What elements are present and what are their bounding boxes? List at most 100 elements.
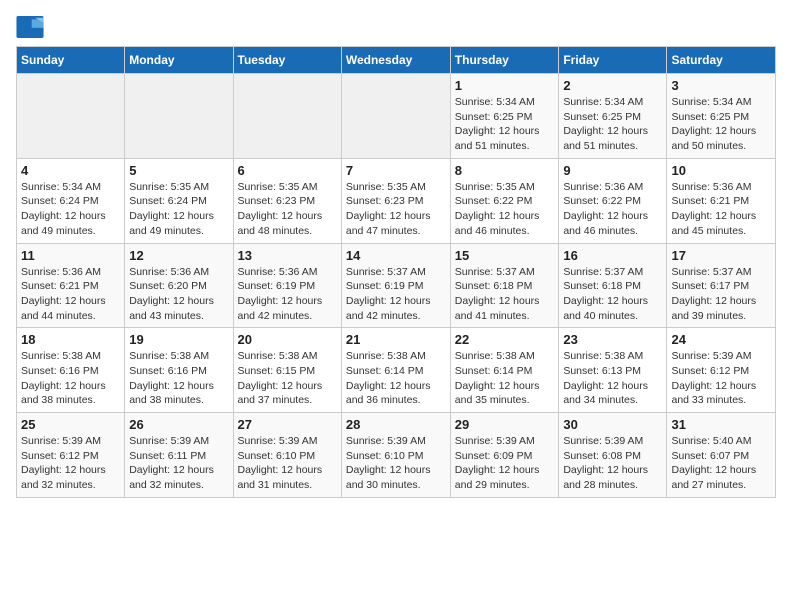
day-number: 31	[671, 417, 771, 432]
week-row-2: 4 Sunrise: 5:34 AM Sunset: 6:24 PM Daylig…	[17, 158, 776, 243]
week-row-3: 11 Sunrise: 5:36 AM Sunset: 6:21 PM Dayli…	[17, 243, 776, 328]
day-number: 20	[238, 332, 337, 347]
col-header-sunday: Sunday	[17, 47, 125, 74]
day-info: Sunrise: 5:37 AM Sunset: 6:18 PM Dayligh…	[455, 265, 555, 324]
day-cell: 1 Sunrise: 5:34 AM Sunset: 6:25 PM Daylig…	[450, 74, 559, 159]
day-info: Sunrise: 5:35 AM Sunset: 6:23 PM Dayligh…	[238, 180, 337, 239]
day-number: 13	[238, 248, 337, 263]
day-number: 3	[671, 78, 771, 93]
day-number: 5	[129, 163, 228, 178]
day-number: 17	[671, 248, 771, 263]
day-cell: 20 Sunrise: 5:38 AM Sunset: 6:15 PM Dayli…	[233, 328, 341, 413]
day-number: 4	[21, 163, 120, 178]
day-number: 2	[563, 78, 662, 93]
day-cell: 29 Sunrise: 5:39 AM Sunset: 6:09 PM Dayli…	[450, 413, 559, 498]
day-cell: 18 Sunrise: 5:38 AM Sunset: 6:16 PM Dayli…	[17, 328, 125, 413]
day-number: 10	[671, 163, 771, 178]
day-number: 30	[563, 417, 662, 432]
day-cell: 24 Sunrise: 5:39 AM Sunset: 6:12 PM Dayli…	[667, 328, 776, 413]
day-number: 12	[129, 248, 228, 263]
week-row-5: 25 Sunrise: 5:39 AM Sunset: 6:12 PM Dayli…	[17, 413, 776, 498]
day-cell: 23Sunrise: 5:38 AM Sunset: 6:13 PM Dayli…	[559, 328, 667, 413]
day-number: 27	[238, 417, 337, 432]
col-header-wednesday: Wednesday	[341, 47, 450, 74]
day-cell: 11 Sunrise: 5:36 AM Sunset: 6:21 PM Dayli…	[17, 243, 125, 328]
day-info: Sunrise: 5:37 AM Sunset: 6:18 PM Dayligh…	[563, 265, 662, 324]
day-info: Sunrise: 5:35 AM Sunset: 6:22 PM Dayligh…	[455, 180, 555, 239]
day-info: Sunrise: 5:36 AM Sunset: 6:21 PM Dayligh…	[671, 180, 771, 239]
day-cell: 31 Sunrise: 5:40 AM Sunset: 6:07 PM Dayli…	[667, 413, 776, 498]
day-cell: 25 Sunrise: 5:39 AM Sunset: 6:12 PM Dayli…	[17, 413, 125, 498]
day-cell: 6 Sunrise: 5:35 AM Sunset: 6:23 PM Daylig…	[233, 158, 341, 243]
day-info: Sunrise: 5:39 AM Sunset: 6:12 PM Dayligh…	[21, 434, 120, 493]
day-info: Sunrise: 5:36 AM Sunset: 6:21 PM Dayligh…	[21, 265, 120, 324]
day-info: Sunrise: 5:39 AM Sunset: 6:09 PM Dayligh…	[455, 434, 555, 493]
day-cell: 8 Sunrise: 5:35 AM Sunset: 6:22 PM Daylig…	[450, 158, 559, 243]
day-cell: 3 Sunrise: 5:34 AM Sunset: 6:25 PM Daylig…	[667, 74, 776, 159]
day-cell: 26 Sunrise: 5:39 AM Sunset: 6:11 PM Dayli…	[125, 413, 233, 498]
col-header-friday: Friday	[559, 47, 667, 74]
day-cell	[17, 74, 125, 159]
day-cell: 19Sunrise: 5:38 AM Sunset: 6:16 PM Dayli…	[125, 328, 233, 413]
day-number: 29	[455, 417, 555, 432]
day-cell	[233, 74, 341, 159]
day-cell: 2 Sunrise: 5:34 AM Sunset: 6:25 PM Daylig…	[559, 74, 667, 159]
day-number: 11	[21, 248, 120, 263]
day-number: 16	[563, 248, 662, 263]
day-number: 8	[455, 163, 555, 178]
day-info: Sunrise: 5:34 AM Sunset: 6:25 PM Dayligh…	[671, 95, 771, 154]
day-info: Sunrise: 5:38 AM Sunset: 6:13 PM Dayligh…	[563, 349, 662, 408]
col-header-thursday: Thursday	[450, 47, 559, 74]
day-info: Sunrise: 5:35 AM Sunset: 6:23 PM Dayligh…	[346, 180, 446, 239]
day-cell: 5 Sunrise: 5:35 AM Sunset: 6:24 PM Daylig…	[125, 158, 233, 243]
day-cell: 13 Sunrise: 5:36 AM Sunset: 6:19 PM Dayli…	[233, 243, 341, 328]
day-info: Sunrise: 5:39 AM Sunset: 6:10 PM Dayligh…	[238, 434, 337, 493]
day-number: 28	[346, 417, 446, 432]
day-number: 24	[671, 332, 771, 347]
day-number: 26	[129, 417, 228, 432]
logo	[16, 16, 48, 38]
day-info: Sunrise: 5:38 AM Sunset: 6:15 PM Dayligh…	[238, 349, 337, 408]
day-cell: 28 Sunrise: 5:39 AM Sunset: 6:10 PM Dayli…	[341, 413, 450, 498]
day-info: Sunrise: 5:34 AM Sunset: 6:25 PM Dayligh…	[455, 95, 555, 154]
day-cell: 7 Sunrise: 5:35 AM Sunset: 6:23 PM Daylig…	[341, 158, 450, 243]
day-number: 6	[238, 163, 337, 178]
day-cell: 22Sunrise: 5:38 AM Sunset: 6:14 PM Dayli…	[450, 328, 559, 413]
day-cell	[125, 74, 233, 159]
logo-icon	[16, 16, 44, 38]
week-row-1: 1 Sunrise: 5:34 AM Sunset: 6:25 PM Daylig…	[17, 74, 776, 159]
day-info: Sunrise: 5:38 AM Sunset: 6:16 PM Dayligh…	[21, 349, 120, 408]
day-info: Sunrise: 5:34 AM Sunset: 6:25 PM Dayligh…	[563, 95, 662, 154]
day-cell: 27 Sunrise: 5:39 AM Sunset: 6:10 PM Dayli…	[233, 413, 341, 498]
day-number: 7	[346, 163, 446, 178]
day-number: 25	[21, 417, 120, 432]
day-number: 15	[455, 248, 555, 263]
day-cell: 16 Sunrise: 5:37 AM Sunset: 6:18 PM Dayli…	[559, 243, 667, 328]
day-cell: 17Sunrise: 5:37 AM Sunset: 6:17 PM Dayli…	[667, 243, 776, 328]
day-number: 1	[455, 78, 555, 93]
col-header-monday: Monday	[125, 47, 233, 74]
day-cell: 9 Sunrise: 5:36 AM Sunset: 6:22 PM Daylig…	[559, 158, 667, 243]
day-info: Sunrise: 5:38 AM Sunset: 6:14 PM Dayligh…	[346, 349, 446, 408]
day-cell: 21Sunrise: 5:38 AM Sunset: 6:14 PM Dayli…	[341, 328, 450, 413]
day-info: Sunrise: 5:39 AM Sunset: 6:10 PM Dayligh…	[346, 434, 446, 493]
day-info: Sunrise: 5:34 AM Sunset: 6:24 PM Dayligh…	[21, 180, 120, 239]
day-info: Sunrise: 5:39 AM Sunset: 6:11 PM Dayligh…	[129, 434, 228, 493]
day-info: Sunrise: 5:36 AM Sunset: 6:19 PM Dayligh…	[238, 265, 337, 324]
week-row-4: 18 Sunrise: 5:38 AM Sunset: 6:16 PM Dayli…	[17, 328, 776, 413]
day-info: Sunrise: 5:36 AM Sunset: 6:22 PM Dayligh…	[563, 180, 662, 239]
day-cell: 14Sunrise: 5:37 AM Sunset: 6:19 PM Dayli…	[341, 243, 450, 328]
day-number: 18	[21, 332, 120, 347]
day-info: Sunrise: 5:39 AM Sunset: 6:12 PM Dayligh…	[671, 349, 771, 408]
day-info: Sunrise: 5:37 AM Sunset: 6:19 PM Dayligh…	[346, 265, 446, 324]
day-cell: 15 Sunrise: 5:37 AM Sunset: 6:18 PM Dayli…	[450, 243, 559, 328]
day-info: Sunrise: 5:39 AM Sunset: 6:08 PM Dayligh…	[563, 434, 662, 493]
calendar-table: SundayMondayTuesdayWednesdayThursdayFrid…	[16, 46, 776, 498]
day-info: Sunrise: 5:35 AM Sunset: 6:24 PM Dayligh…	[129, 180, 228, 239]
day-info: Sunrise: 5:38 AM Sunset: 6:14 PM Dayligh…	[455, 349, 555, 408]
day-number: 19	[129, 332, 228, 347]
day-cell	[341, 74, 450, 159]
col-header-tuesday: Tuesday	[233, 47, 341, 74]
day-info: Sunrise: 5:40 AM Sunset: 6:07 PM Dayligh…	[671, 434, 771, 493]
day-number: 9	[563, 163, 662, 178]
